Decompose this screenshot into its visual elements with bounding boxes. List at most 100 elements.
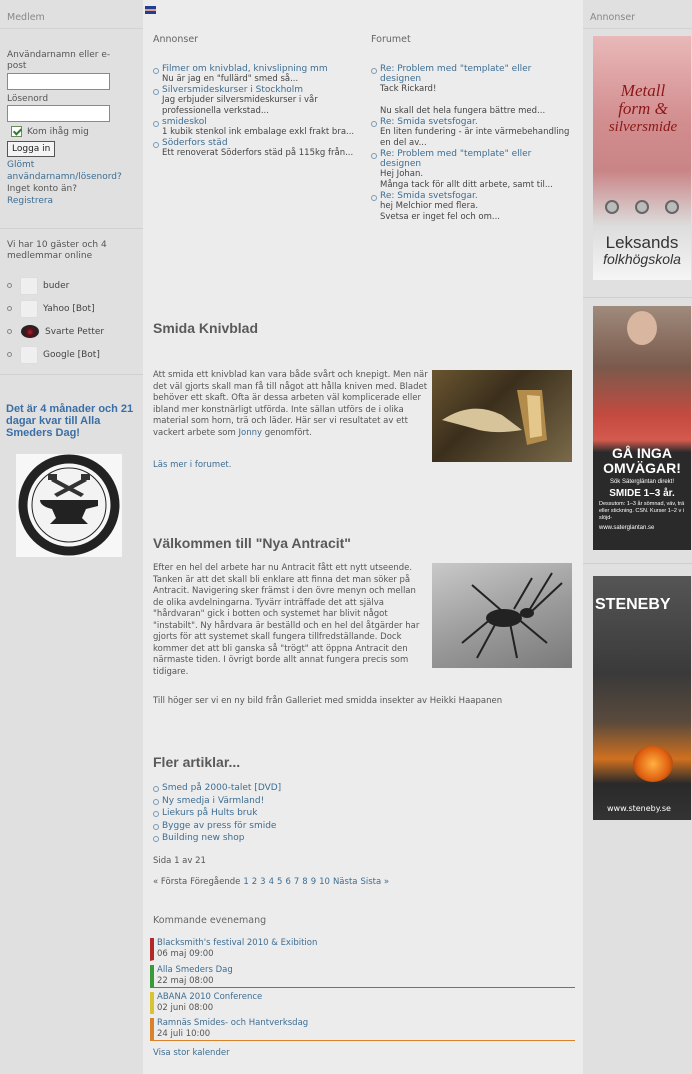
- password-input[interactable]: [7, 105, 110, 122]
- ad-link[interactable]: smideskol: [162, 117, 207, 127]
- forum-section-title: Forumet: [371, 34, 411, 45]
- calendar-link[interactable]: Visa stor kalender: [153, 1048, 230, 1058]
- list-item: Building new shop: [153, 832, 393, 845]
- insect-photo-icon: [461, 572, 563, 659]
- list-item: Re: Smida svetsfogar. hej Melchior med fl…: [371, 191, 571, 223]
- ad-steneby[interactable]: STENEBY www.steneby.se: [593, 576, 691, 820]
- ad2-sub: Sök Sätergläntan direkt!: [609, 479, 675, 485]
- list-item: Re: Problem med "template" eller designe…: [371, 64, 571, 117]
- member-header: Medlem: [0, 0, 143, 29]
- ad-saterglantan[interactable]: GÅ INGA OMVÄGAR! Sök Sätergläntan direkt…: [593, 306, 691, 550]
- ad2-url: www.saterglantan.se: [599, 525, 655, 531]
- list-item: Smed på 2000-talet [DVD]: [153, 782, 393, 795]
- online-user[interactable]: buder: [7, 274, 137, 297]
- page-link[interactable]: 1: [243, 877, 248, 887]
- event-item[interactable]: Blacksmith's festival 2010 & Exibition 06…: [150, 938, 575, 961]
- left-sidebar: Medlem Användarnamn eller e-post Lösenor…: [0, 0, 143, 1074]
- list-item: smideskol 1 kubik stenkol ink embalage ex…: [153, 117, 358, 138]
- page-link[interactable]: 2: [252, 877, 257, 887]
- ad1-brand1: Leksands: [605, 233, 679, 252]
- avatar: [20, 345, 38, 364]
- list-item: Filmer om knivblad, knivslipning mm Nu är…: [153, 64, 358, 85]
- ad2-head1: GÅ INGA: [612, 445, 672, 461]
- author-link[interactable]: Jonny: [239, 428, 263, 438]
- article-title: Smida Knivblad: [153, 320, 259, 336]
- knife-image: [432, 370, 572, 462]
- register-link[interactable]: Registrera: [7, 196, 53, 206]
- event-item[interactable]: ABANA 2010 Conference 02 juni 08:00: [150, 992, 575, 1014]
- no-account-text: Inget konto än?: [7, 184, 77, 194]
- remember-checkbox[interactable]: [11, 126, 22, 137]
- ring-icons: [597, 192, 687, 222]
- read-more-link[interactable]: Läs mer i forumet.: [153, 460, 231, 470]
- article-body: Att smida ett knivblad kan vara både svå…: [153, 370, 428, 438]
- main-content: Annonser Filmer om knivblad, knivslipnin…: [143, 0, 583, 1074]
- article-link[interactable]: Ny smedja i Värmland!: [162, 796, 264, 806]
- forum-link[interactable]: Re: Smida svetsfogar.: [380, 191, 478, 201]
- remember-label: Kom ihåg mig: [27, 126, 89, 137]
- username-label: Användarnamn eller e-post: [7, 50, 111, 71]
- list-item: Ny smedja i Värmland!: [153, 795, 393, 808]
- right-sidebar: Annonser Metall form & silversmide Leksa…: [583, 0, 692, 1074]
- ad3-url: www.steneby.se: [607, 804, 671, 813]
- portrait-face-icon: [627, 311, 657, 345]
- page-link[interactable]: 9: [311, 877, 316, 887]
- ad1-line2: form &: [618, 99, 668, 118]
- password-label: Lösenord: [7, 94, 49, 104]
- insect-image: [432, 563, 572, 668]
- article-link[interactable]: Liekurs på Hults bruk: [162, 808, 257, 818]
- list-item: Silversmideskurser i Stockholm Jag erbjud…: [153, 85, 358, 117]
- page-link[interactable]: 8: [302, 877, 307, 887]
- forum-link[interactable]: Re: Problem med "template" eller designe…: [380, 64, 531, 84]
- page-link[interactable]: 5: [277, 877, 282, 887]
- ad-link[interactable]: Söderfors städ: [162, 138, 228, 148]
- list-item: Liekurs på Hults bruk: [153, 807, 393, 820]
- ad-link[interactable]: Silversmideskurser i Stockholm: [162, 85, 303, 95]
- ads-header: Annonser: [583, 0, 692, 29]
- page-link[interactable]: 4: [269, 877, 274, 887]
- countdown-text: Det är 4 månader och 21 dagar kvar till …: [6, 403, 134, 439]
- events-title: Kommande evenemang: [153, 915, 267, 926]
- list-item: Re: Problem med "template" eller designe…: [371, 149, 571, 191]
- ad2-small: Dessutom: 1–3 år sömnad, väv, trä eller …: [599, 501, 685, 521]
- blacksmith-day-logo[interactable]: [16, 454, 122, 557]
- ad1-line1: Metall: [620, 81, 666, 100]
- article-link[interactable]: Smed på 2000-talet [DVD]: [162, 783, 281, 793]
- avatar: [20, 324, 40, 339]
- page-link[interactable]: 6: [285, 877, 290, 887]
- login-form: Användarnamn eller e-post Lösenord Kom i…: [7, 50, 137, 207]
- list-item: Bygge av press för smide: [153, 820, 393, 833]
- forum-link[interactable]: Re: Problem med "template" eller designe…: [380, 149, 531, 169]
- more-articles-list: Smed på 2000-talet [DVD] Ny smedja i Vär…: [153, 782, 393, 845]
- forum-link[interactable]: Re: Smida svetsfogar.: [380, 117, 478, 127]
- ad-link[interactable]: Filmer om knivblad, knivslipning mm: [162, 64, 328, 74]
- article-link[interactable]: Building new shop: [162, 833, 244, 843]
- ring-icon: [605, 200, 619, 214]
- forum-list: Re: Problem med "template" eller designe…: [371, 64, 571, 223]
- list-item: Söderfors städ Ett renoverat Söderfors st…: [153, 138, 358, 159]
- page-link[interactable]: 3: [260, 877, 265, 887]
- article-caption: Till höger ser vi en ny bild från Galler…: [153, 696, 503, 706]
- username-input[interactable]: [7, 73, 110, 90]
- page-next[interactable]: Nästa: [333, 877, 358, 887]
- login-button[interactable]: Logga in: [7, 141, 56, 157]
- event-item[interactable]: Ramnäs Smides- och Hantverksdag 24 juli 1…: [150, 1018, 575, 1041]
- page-info: Sida 1 av 21: [153, 856, 206, 866]
- article-link[interactable]: Bygge av press för smide: [162, 821, 276, 831]
- event-item[interactable]: Alla Smeders Dag 22 maj 08:00: [150, 965, 575, 988]
- online-count: Vi har 10 gäster och 4 medlemmar online: [7, 240, 107, 261]
- page-last[interactable]: Sista »: [361, 877, 390, 887]
- forgot-link[interactable]: Glömt användarnamn/lösenord?: [7, 160, 122, 182]
- article-body: Efter en hel del arbete har nu Antracit …: [153, 563, 420, 677]
- ad-leksands[interactable]: Metall form & silversmide Leksands folkh…: [593, 36, 691, 280]
- events-list: Blacksmith's festival 2010 & Exibition 06…: [150, 938, 575, 1041]
- page-link[interactable]: 10: [319, 877, 330, 887]
- remember-row: Kom ihåg mig: [11, 126, 137, 137]
- more-articles-title: Fler artiklar...: [153, 754, 241, 770]
- glow-icon: [633, 746, 673, 782]
- online-user[interactable]: Yahoo [Bot]: [7, 297, 137, 320]
- page-link[interactable]: 7: [294, 877, 299, 887]
- online-user[interactable]: Google [Bot]: [7, 343, 137, 366]
- english-flag-icon[interactable]: [145, 6, 156, 14]
- online-user[interactable]: Svarte Petter: [7, 320, 137, 343]
